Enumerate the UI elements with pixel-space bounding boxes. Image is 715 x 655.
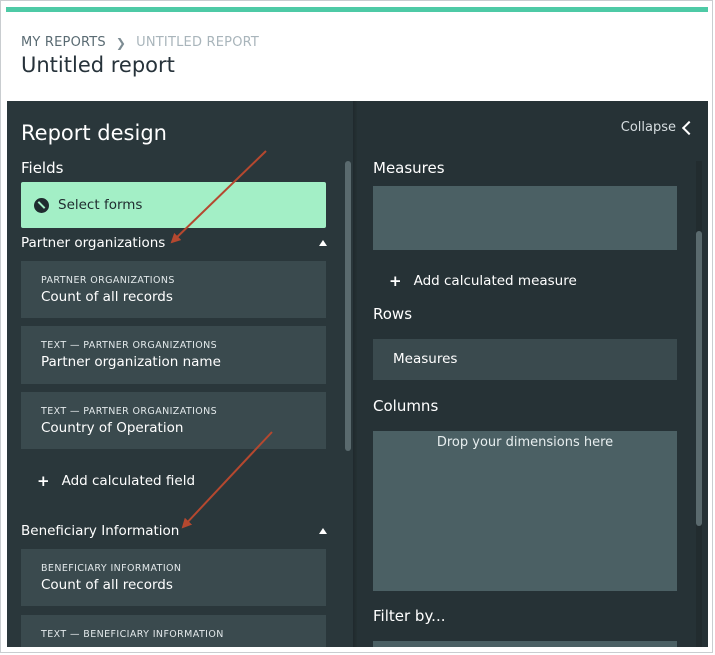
- columns-drop-hint: Drop your dimensions here: [436, 435, 614, 450]
- select-forms-icon: [34, 197, 49, 213]
- plus-icon: +: [37, 472, 50, 490]
- chevron-left-icon: [681, 120, 697, 135]
- field-name: Count of all records: [41, 577, 173, 593]
- collapse-label: Collapse: [620, 120, 676, 135]
- left-scrollbar[interactable]: [345, 161, 351, 647]
- add-calculated-field-label: Add calculated field: [61, 473, 196, 489]
- group-partner-organizations[interactable]: Partner organizations: [21, 235, 327, 251]
- report-designer: Report design Fields Select forms Partne…: [7, 101, 708, 647]
- breadcrumb: MY REPORTS ❯ UNTITLED REPORT: [21, 35, 259, 50]
- field-category: PARTNER ORGANIZATIONS: [41, 275, 175, 286]
- right-scrollbar[interactable]: [696, 161, 702, 647]
- top-accent-bar: [6, 7, 708, 12]
- rows-chip-label: Measures: [393, 351, 458, 367]
- add-calculated-measure-button[interactable]: + Add calculated measure: [389, 272, 577, 290]
- group-name: Beneficiary Information: [21, 523, 180, 539]
- columns-label: Columns: [373, 397, 439, 415]
- field-category: TEXT — BENEFICIARY INFORMATION: [41, 629, 224, 640]
- caret-up-icon[interactable]: [319, 528, 327, 534]
- report-design-panel: Report design Fields Select forms Partne…: [7, 101, 357, 647]
- field-card[interactable]: TEXT — BENEFICIARY INFORMATION: [21, 615, 326, 647]
- field-name: Country of Operation: [41, 420, 184, 436]
- add-calculated-field-button[interactable]: + Add calculated field: [37, 472, 195, 490]
- field-card[interactable]: BENEFICIARY INFORMATION Count of all rec…: [21, 549, 326, 606]
- field-category: BENEFICIARY INFORMATION: [41, 563, 182, 574]
- plus-icon: +: [389, 272, 402, 290]
- field-card[interactable]: PARTNER ORGANIZATIONS Count of all recor…: [21, 261, 326, 318]
- field-category: TEXT — PARTNER ORGANIZATIONS: [41, 406, 218, 417]
- group-beneficiary-information[interactable]: Beneficiary Information: [21, 523, 327, 539]
- breadcrumb-my-reports[interactable]: MY REPORTS: [21, 35, 106, 50]
- filter-by-label: Filter by...: [373, 607, 446, 625]
- field-category: TEXT — PARTNER ORGANIZATIONS: [41, 340, 218, 351]
- left-scrollbar-thumb[interactable]: [345, 161, 351, 451]
- measures-drop-zone[interactable]: [373, 186, 677, 250]
- measures-label: Measures: [373, 159, 445, 177]
- breadcrumb-current: UNTITLED REPORT: [136, 35, 260, 50]
- right-scrollbar-thumb[interactable]: [696, 231, 702, 526]
- layout-panel: Collapse Measures + Add calculated measu…: [357, 101, 708, 647]
- select-forms-button[interactable]: Select forms: [21, 182, 326, 228]
- field-card[interactable]: TEXT — PARTNER ORGANIZATIONS Country of …: [21, 392, 326, 449]
- columns-drop-zone[interactable]: Drop your dimensions here: [373, 431, 677, 591]
- field-card[interactable]: TEXT — PARTNER ORGANIZATIONS Partner org…: [21, 326, 326, 384]
- add-calculated-measure-label: Add calculated measure: [413, 273, 577, 289]
- field-name: Count of all records: [41, 289, 173, 305]
- group-name: Partner organizations: [21, 235, 166, 251]
- page-title: Untitled report: [21, 53, 175, 77]
- fields-label: Fields: [21, 159, 64, 177]
- chevron-right-icon: ❯: [115, 35, 127, 50]
- rows-label: Rows: [373, 305, 413, 323]
- field-name: Partner organization name: [41, 354, 221, 370]
- caret-up-icon[interactable]: [319, 240, 327, 246]
- select-forms-label: Select forms: [58, 197, 143, 213]
- collapse-button[interactable]: Collapse: [620, 120, 697, 135]
- rows-measures-chip[interactable]: Measures: [373, 339, 677, 380]
- filter-drop-zone[interactable]: [373, 641, 677, 647]
- report-design-title: Report design: [21, 121, 167, 145]
